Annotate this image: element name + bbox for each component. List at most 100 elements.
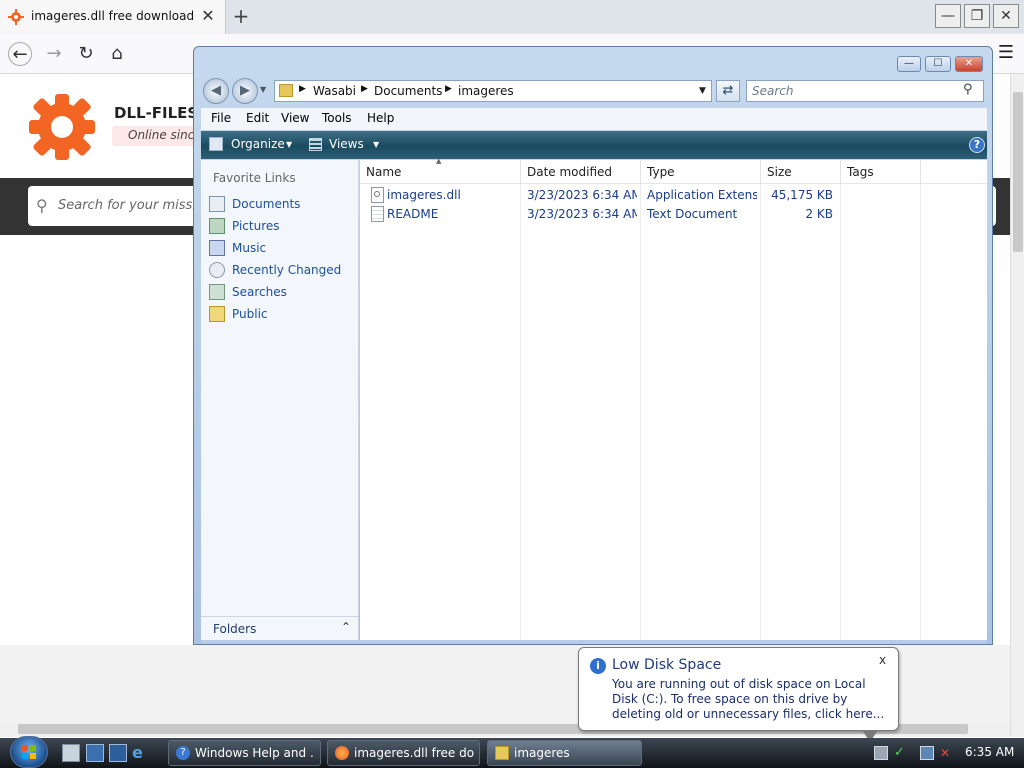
- nav-link-label: Pictures: [232, 219, 280, 233]
- text-file-icon: [371, 206, 384, 222]
- remote-desktop-icon[interactable]: [109, 744, 127, 762]
- file-row-imageres-dll[interactable]: imageres.dll 3/23/2023 6:34 AM Applicati…: [360, 186, 987, 205]
- search-icon[interactable]: ⚲: [963, 82, 973, 97]
- searches-icon: [209, 284, 225, 300]
- nav-link-music[interactable]: Music: [209, 238, 354, 258]
- browser-tab[interactable]: imageres.dll free download | DLL ✕: [0, 0, 226, 34]
- notification-title: Low Disk Space: [612, 657, 722, 673]
- menu-view[interactable]: View: [281, 111, 309, 125]
- nav-link-label: Documents: [232, 197, 301, 211]
- site-search-input[interactable]: ⚲ Search for your missing: [28, 186, 212, 226]
- recent-pages-chevron-icon[interactable]: ▼: [260, 85, 266, 94]
- browser-close-button[interactable]: ✕: [993, 4, 1019, 28]
- column-header-date-modified[interactable]: Date modified: [521, 160, 641, 184]
- explorer-minimize-button[interactable]: —: [897, 56, 921, 72]
- breadcrumb-arrow-icon[interactable]: ▶: [445, 84, 452, 94]
- refresh-button[interactable]: ⇄: [716, 80, 740, 102]
- taskbar-button-firefox[interactable]: imageres.dll free do...: [327, 740, 480, 766]
- security-check-icon[interactable]: ✓: [894, 746, 908, 760]
- site-logo-text[interactable]: DLL-FILES: [114, 104, 198, 122]
- file-row-readme[interactable]: README 3/23/2023 6:34 AM Text Document 2…: [360, 205, 987, 224]
- column-header-filler: [921, 160, 987, 184]
- show-desktop-icon[interactable]: [62, 744, 80, 762]
- file-date: 3/23/2023 6:34 AM: [527, 188, 637, 202]
- file-name: imageres.dll: [387, 188, 461, 202]
- menu-edit[interactable]: Edit: [246, 111, 269, 125]
- back-arrow-icon: ◀: [211, 83, 221, 98]
- menu-file[interactable]: File: [211, 111, 231, 125]
- nav-link-documents[interactable]: Documents: [209, 194, 354, 214]
- dll-file-icon: [371, 187, 384, 203]
- taskbar-button-imageres-folder[interactable]: imageres: [487, 740, 642, 766]
- help-icon[interactable]: ?: [969, 137, 985, 153]
- nav-link-pictures[interactable]: Pictures: [209, 216, 354, 236]
- column-header-size[interactable]: Size: [761, 160, 841, 184]
- nav-link-public[interactable]: Public: [209, 304, 354, 324]
- nav-link-recently-changed[interactable]: Recently Changed: [209, 260, 354, 280]
- file-list: Name ▲ Date modified Type Size Tags imag…: [360, 157, 987, 640]
- close-tab-icon[interactable]: ✕: [200, 6, 216, 26]
- start-button[interactable]: [10, 736, 48, 768]
- column-label: Date modified: [527, 165, 613, 179]
- page-vertical-scrollbar[interactable]: [1010, 74, 1024, 737]
- column-header-tags[interactable]: Tags: [841, 160, 921, 184]
- new-tab-button[interactable]: +: [230, 4, 252, 28]
- taskbar-button-label: imageres: [514, 746, 570, 760]
- breadcrumb-arrow-icon[interactable]: ▶: [299, 84, 306, 94]
- dll-files-logo-icon[interactable]: [27, 92, 97, 162]
- taskbar-button-windows-help[interactable]: ? Windows Help and ...: [168, 740, 321, 766]
- network-icon[interactable]: [920, 746, 934, 760]
- browser-restore-button[interactable]: ❐: [964, 4, 990, 28]
- command-toolbar: Organize ▼ Views ▼ ?: [201, 131, 987, 159]
- column-label: Name: [366, 165, 402, 179]
- address-bar[interactable]: ▶ Wasabi ▶ Documents ▶ imageres ▼: [274, 80, 712, 102]
- menu-help[interactable]: Help: [367, 111, 394, 125]
- scrollbar-thumb[interactable]: [1013, 92, 1023, 252]
- pictures-icon: [209, 218, 225, 234]
- nav-link-label: Recently Changed: [232, 263, 342, 277]
- file-date: 3/23/2023 6:34 AM: [527, 207, 637, 221]
- explorer-maximize-button[interactable]: ☐: [925, 56, 951, 72]
- back-button[interactable]: ←: [8, 42, 32, 66]
- organize-dropdown-icon[interactable]: ▼: [286, 140, 292, 149]
- close-notification-icon[interactable]: x: [879, 653, 886, 667]
- firefox-icon: [335, 746, 349, 760]
- explorer-back-button[interactable]: ◀: [203, 78, 229, 104]
- reload-button[interactable]: ↻: [74, 42, 98, 66]
- switch-windows-icon[interactable]: [86, 744, 104, 762]
- explorer-window: — ☐ ✕ ◀ ▶ ▼ ▶ Wasabi ▶ Documents ▶ image…: [193, 46, 993, 645]
- address-dropdown-icon[interactable]: ▼: [699, 86, 706, 96]
- views-button[interactable]: Views: [329, 137, 364, 151]
- organize-icon: [209, 137, 223, 151]
- nav-link-label: Public: [232, 307, 268, 321]
- organize-button[interactable]: Organize: [231, 137, 285, 151]
- file-type: Application Extens...: [647, 188, 757, 202]
- volume-muted-icon[interactable]: ✕: [940, 746, 954, 760]
- home-button[interactable]: ⌂: [105, 42, 129, 66]
- explorer-forward-button[interactable]: ▶: [232, 78, 258, 104]
- breadcrumb-imageres[interactable]: imageres: [458, 84, 514, 98]
- menu-tools[interactable]: Tools: [322, 111, 352, 125]
- low-disk-space-notification[interactable]: i Low Disk Space x You are running out o…: [578, 647, 899, 731]
- notification-body[interactable]: You are running out of disk space on Loc…: [612, 677, 894, 722]
- browser-menu-button[interactable]: ☰: [996, 42, 1016, 63]
- column-header-name[interactable]: Name ▲: [360, 157, 521, 184]
- internet-explorer-icon[interactable]: e: [132, 744, 150, 762]
- forward-button[interactable]: →: [42, 42, 66, 66]
- nav-link-searches[interactable]: Searches: [209, 282, 354, 302]
- breadcrumb-documents[interactable]: Documents: [374, 84, 442, 98]
- search-placeholder: Search: [752, 84, 794, 98]
- column-header-type[interactable]: Type: [641, 160, 761, 184]
- browser-minimize-button[interactable]: —: [935, 4, 961, 28]
- explorer-search-input[interactable]: Search ⚲: [746, 80, 984, 102]
- forward-arrow-icon: ▶: [240, 83, 250, 98]
- breadcrumb-arrow-icon[interactable]: ▶: [361, 84, 368, 94]
- explorer-close-button[interactable]: ✕: [955, 56, 983, 72]
- folders-toggle[interactable]: Folders ⌃: [201, 616, 359, 640]
- views-dropdown-icon[interactable]: ▼: [373, 140, 379, 149]
- site-tagline: Online since: [112, 126, 202, 146]
- breadcrumb-wasabi[interactable]: Wasabi: [313, 84, 356, 98]
- clock[interactable]: 6:35 AM: [965, 745, 1014, 759]
- disk-warning-icon[interactable]: [874, 746, 888, 760]
- column-label: Type: [647, 165, 675, 179]
